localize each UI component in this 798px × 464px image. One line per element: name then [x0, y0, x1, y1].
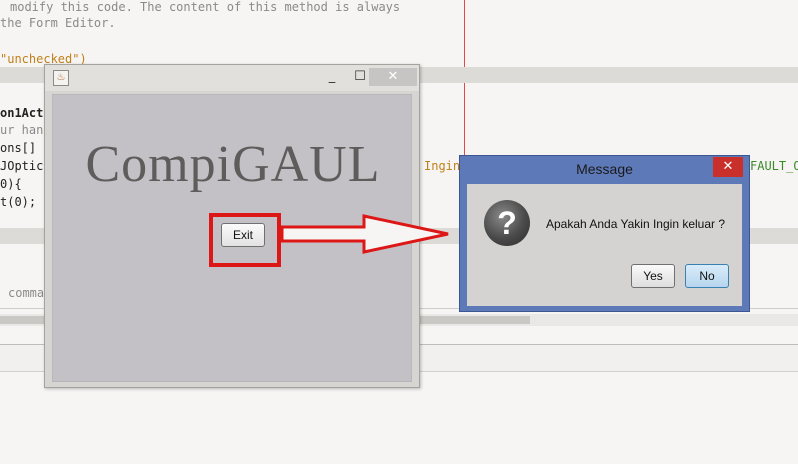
- dialog-close-button[interactable]: ✕: [713, 157, 743, 177]
- app-titlebar[interactable]: ♨ _ ☐ ✕: [45, 65, 419, 91]
- code-line: JOptic: [0, 159, 44, 173]
- dialog-message: Apakah Anda Yakin Ingin keluar ?: [546, 217, 726, 231]
- code-line: the Form Editor.: [0, 16, 116, 30]
- code-line: 0){: [0, 177, 22, 191]
- code-line: FAULT_O: [750, 159, 798, 173]
- no-button[interactable]: No: [685, 264, 729, 288]
- dialog-titlebar[interactable]: Message ✕: [460, 156, 749, 184]
- message-dialog: Message ✕ ? Apakah Anda Yakin Ingin kelu…: [459, 155, 750, 312]
- code-line: ons[]: [0, 141, 37, 155]
- java-app-icon: ♨: [53, 70, 69, 86]
- code-line: t(0);: [0, 195, 37, 209]
- yes-button[interactable]: Yes: [631, 264, 675, 288]
- dialog-title: Message: [576, 161, 633, 177]
- minimize-button[interactable]: _: [317, 68, 347, 86]
- code-line: Ingin: [424, 159, 461, 173]
- code-line: modify this code. The content of this me…: [10, 0, 401, 14]
- question-icon: ?: [484, 200, 530, 246]
- app-title-label: CompiGAUL: [85, 136, 381, 193]
- dialog-content: ? Apakah Anda Yakin Ingin keluar ? Yes N…: [467, 184, 742, 306]
- code-line: on1Act: [0, 106, 44, 120]
- code-line: comma: [8, 286, 45, 300]
- exit-button[interactable]: Exit: [221, 223, 265, 247]
- close-button[interactable]: ✕: [369, 68, 417, 86]
- annotation-arrow: [280, 214, 449, 254]
- code-line: ur han: [0, 123, 44, 137]
